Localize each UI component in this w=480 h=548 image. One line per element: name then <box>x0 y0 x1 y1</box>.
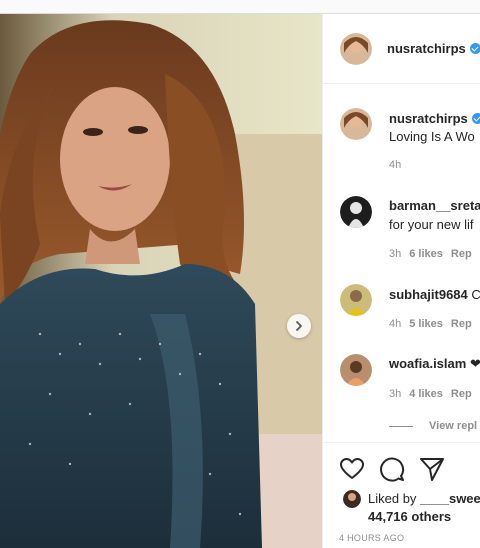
view-replies-link[interactable]: View repl <box>429 420 477 432</box>
caption-text: Loving Is A Wo <box>389 129 475 144</box>
caption-username[interactable]: nusratchirps <box>389 111 480 126</box>
comment-likes[interactable]: 6 likes <box>409 248 443 260</box>
liked-by-text: Liked by ____sweet <box>368 491 480 506</box>
comment-likes[interactable]: 4 likes <box>409 388 443 400</box>
heart-icon[interactable] <box>339 456 365 482</box>
post-photo[interactable] <box>0 14 322 548</box>
author-username[interactable]: nusratchirps <box>387 41 480 56</box>
commenter-avatar[interactable] <box>340 354 372 386</box>
comment-meta: 3h 4 likes Rep <box>389 388 472 400</box>
reply-button[interactable]: Rep <box>451 318 472 330</box>
comment-username[interactable]: subhajit9684 C <box>389 287 480 302</box>
likes-count[interactable]: 44,716 others <box>368 509 451 524</box>
reply-button[interactable]: Rep <box>451 248 472 260</box>
view-replies-line <box>389 426 413 427</box>
top-bar <box>0 0 480 14</box>
caption-time: 4h <box>389 159 402 171</box>
chevron-right-icon <box>296 321 302 331</box>
comment-meta: 3h 6 likes Rep <box>389 248 472 260</box>
comment-icon[interactable] <box>379 456 405 482</box>
verified-badge-icon <box>471 113 480 124</box>
liked-by-user[interactable]: ____sweet <box>420 491 480 506</box>
post-sidebar: nusratchirps nusratchirps Loving Is A Wo… <box>322 14 480 548</box>
author-avatar[interactable] <box>340 33 372 65</box>
next-photo-button[interactable] <box>287 314 311 338</box>
post-image <box>0 14 322 548</box>
comment-username[interactable]: woafia.islam ❤ <box>389 356 480 372</box>
post-timestamp: 4 HOURS AGO <box>339 533 405 543</box>
verified-badge-icon <box>469 43 480 54</box>
caption-avatar[interactable] <box>340 108 372 140</box>
liker-avatar[interactable] <box>343 490 361 508</box>
comment-text: for your new lif <box>389 217 474 232</box>
reply-button[interactable]: Rep <box>451 388 472 400</box>
post-header: nusratchirps <box>323 14 480 84</box>
share-icon[interactable] <box>419 456 445 482</box>
comment-likes[interactable]: 5 likes <box>409 318 443 330</box>
commenter-avatar[interactable] <box>340 196 372 228</box>
comment-username[interactable]: barman__sreta <box>389 198 480 213</box>
comment-meta: 4h 5 likes Rep <box>389 318 472 330</box>
commenter-avatar[interactable] <box>340 284 372 316</box>
